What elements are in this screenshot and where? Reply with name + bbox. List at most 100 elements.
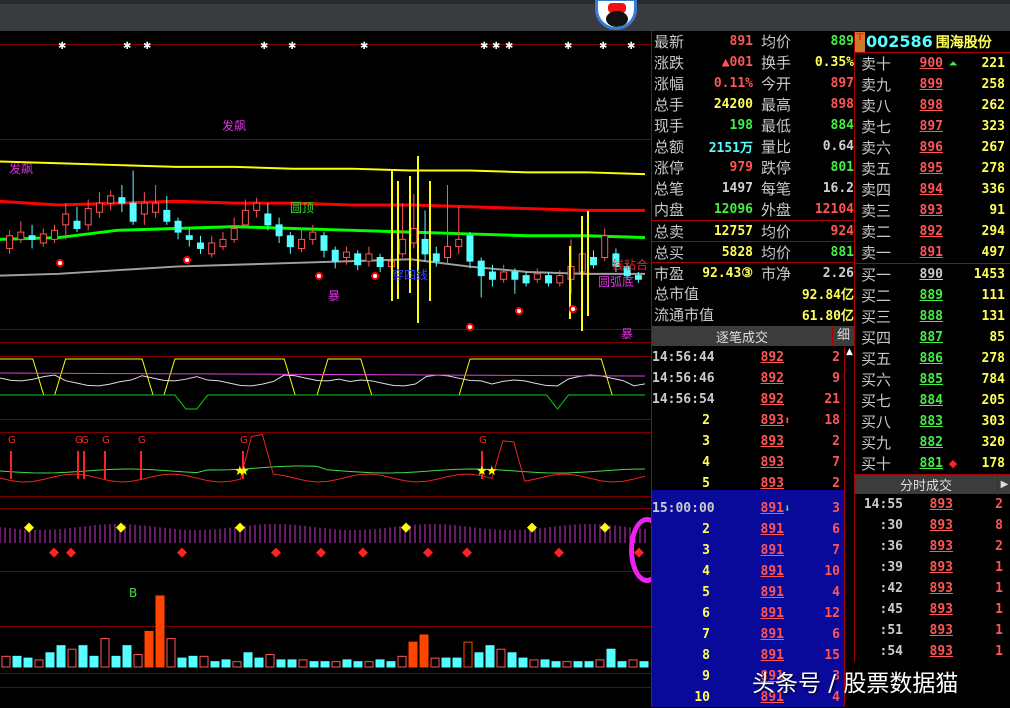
- volume-bar: [309, 661, 319, 668]
- diamond-marker-icon: ◆: [116, 520, 126, 535]
- tick-price: 891: [760, 627, 784, 642]
- minute-row: :36 893 2: [855, 536, 1010, 557]
- tick-scrollbar[interactable]: ▲: [844, 347, 854, 707]
- tick-time: 15:00:00: [652, 501, 715, 516]
- order-level: 买七: [861, 392, 892, 410]
- chart-label-bao: 暴: [328, 289, 341, 303]
- volume-bar: [386, 661, 396, 668]
- stock-header: T 002586 围海股份: [855, 31, 1010, 53]
- order-price: 892: [919, 224, 943, 239]
- tick-time: 9: [702, 669, 710, 684]
- indicator-line-green: [0, 465, 646, 474]
- kline-chart[interactable]: ✱ ✱ ✱ ✱ ✱ ✱ ✱ ✱ ✱ ✱ ✱ ✱ G G G G G G G ★ ★ ★ ★ ◆ ◆ ◆ ◆ ◆ ◆ ◆ ◆ ◆ ◆ ◆ ◆ ◆ ◆ ◆ ◆ B…: [0, 31, 651, 707]
- volume-bar: [23, 657, 33, 668]
- minute-trades-list[interactable]: 14:55 893 2:30 893 8:36 893 2:39 893 1:42 893 1:45…: [855, 494, 1010, 662]
- order-level: 买九: [861, 434, 892, 452]
- order-quantity: 267: [981, 140, 1005, 155]
- diamond-marker-icon: ◆: [235, 520, 245, 535]
- minute-time: :39: [879, 560, 903, 575]
- diamond-marker-icon: ◆: [462, 545, 472, 560]
- burst-marker-icon: [371, 272, 379, 280]
- candle-body: [107, 195, 115, 204]
- volume-bar: [133, 654, 143, 668]
- stat-row: 总卖 12757 均价 924: [652, 220, 854, 241]
- t-badge: T: [855, 31, 865, 52]
- diamond-marker-icon: ◆: [600, 520, 610, 535]
- expand-arrow-icon[interactable]: ▶: [997, 474, 1010, 495]
- minute-time: :45: [879, 602, 903, 617]
- order-row: 卖五 895 278: [855, 158, 1010, 179]
- volume-bar: [606, 648, 616, 668]
- order-price: 894: [919, 182, 943, 197]
- star-marker-icon: ✱: [505, 41, 513, 52]
- scroll-up-icon[interactable]: ▲: [845, 347, 854, 357]
- candle-body: [275, 224, 283, 237]
- minute-volume: 2: [995, 497, 1003, 512]
- tick-time: 14:56:44: [652, 350, 715, 365]
- tick-time: 14:56:54: [652, 392, 715, 407]
- order-quantity: 1453: [973, 267, 1005, 282]
- tick-volume: 6: [832, 522, 840, 537]
- stat-value: 0.35%: [814, 55, 854, 70]
- candle-body: [556, 275, 564, 284]
- tick-volume: 2: [832, 476, 840, 491]
- tick-row: 2 893 ⬆ 18: [652, 410, 844, 431]
- candle-body: [17, 231, 25, 240]
- minute-panel-header: 分时成交 ▶: [855, 474, 1010, 495]
- candle-body: [500, 271, 508, 280]
- tick-price: 893: [760, 413, 784, 428]
- tick-price: 892: [760, 371, 784, 386]
- minute-price: 893: [929, 623, 953, 638]
- stock-code: 002586: [866, 32, 933, 51]
- stat-label: 总手: [654, 96, 685, 114]
- order-level: 买二: [861, 287, 892, 305]
- order-row: 卖十 900 ⏶ 221: [855, 53, 1010, 74]
- star-marker-icon: ✱: [564, 41, 572, 52]
- indicator-line-red: [0, 433, 646, 483]
- stat-row: 现手 198 最低 884: [652, 115, 854, 136]
- stat-value: 16.2: [822, 181, 854, 196]
- candle-body: [421, 238, 429, 255]
- stat-value: 92.43③: [702, 265, 753, 281]
- stat-row: 总市值 92.84亿: [652, 283, 854, 304]
- minute-volume: 8: [995, 518, 1003, 533]
- order-quantity: 91: [989, 203, 1005, 218]
- stat-value: 979: [729, 160, 753, 175]
- burst-marker-icon: [183, 256, 191, 264]
- diamond-marker-icon: ◆: [401, 520, 411, 535]
- minute-time: :30: [879, 518, 903, 533]
- down-arrow-icon: ⬇: [784, 502, 791, 515]
- buy-orders: 买一 890 1453 买二 889 111 买三 888 131 买四 887 85 买五 886 278…: [855, 263, 1010, 474]
- star-marker-icon: ✱: [260, 41, 268, 52]
- stat-label: 每笔: [761, 180, 792, 198]
- minute-time: :51: [879, 623, 903, 638]
- star-marker-icon: ✱: [360, 41, 368, 52]
- avatar-icon[interactable]: [595, 0, 637, 30]
- candle-body: [342, 251, 350, 258]
- order-row: 买三 888 131: [855, 306, 1010, 327]
- burst-marker-icon: [569, 305, 577, 313]
- candle-body: [354, 253, 362, 266]
- stat-value: 2.26: [822, 265, 854, 281]
- stat-label: 总笔: [654, 180, 685, 198]
- order-row: 买六 885 784: [855, 369, 1010, 390]
- stat-value: 897: [830, 76, 854, 91]
- tick-price: 893: [760, 476, 784, 491]
- stat-value: 2151万: [708, 141, 753, 156]
- tick-volume: 4: [832, 585, 840, 600]
- order-level: 卖十: [861, 55, 892, 73]
- order-level: 卖六: [861, 139, 892, 157]
- stat-label: 涨跌: [654, 54, 685, 72]
- candle-body: [208, 242, 216, 255]
- tick-list[interactable]: 14:56:44 892 2 14:56:46 892 9 14:56:54 892 21 2 89…: [652, 347, 844, 707]
- stat-value: 924: [830, 223, 854, 239]
- order-price: 889: [919, 288, 943, 303]
- candle-body: [455, 238, 463, 248]
- tick-price: 891: [760, 606, 784, 621]
- order-level: 买五: [861, 350, 892, 368]
- minute-price: 893: [929, 581, 953, 596]
- volume-bar: [617, 661, 627, 668]
- order-price: 888: [919, 309, 943, 324]
- detail-button[interactable]: 细: [832, 326, 854, 346]
- order-quantity: 258: [981, 77, 1005, 92]
